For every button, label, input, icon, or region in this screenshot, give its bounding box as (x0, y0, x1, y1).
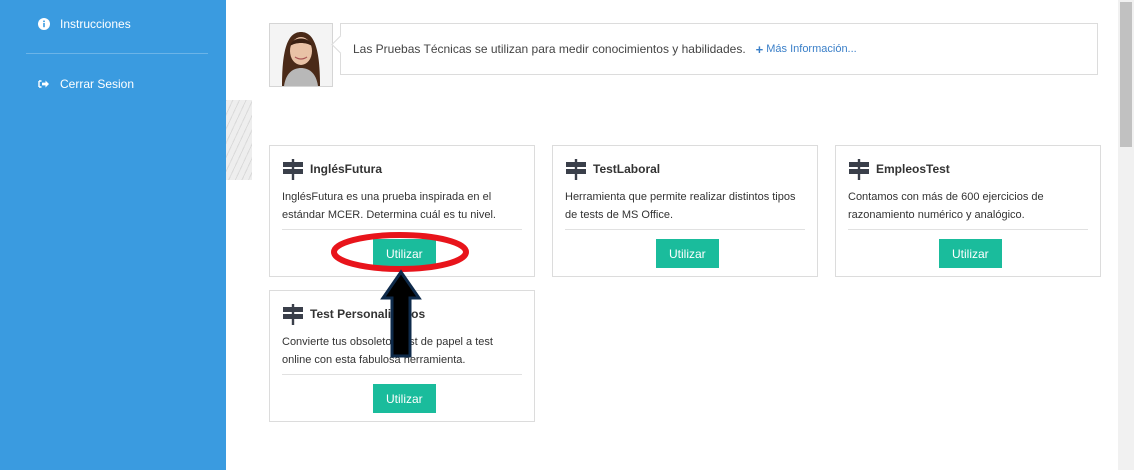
signpost-icon (566, 159, 586, 180)
plus-icon: + (755, 41, 764, 57)
card-divider (282, 229, 522, 230)
card-title: Test Personalizados (310, 307, 426, 321)
scrollbar-thumb[interactable] (1120, 2, 1132, 147)
intro-text: Las Pruebas Técnicas se utilizan para me… (353, 42, 746, 56)
main-content: Las Pruebas Técnicas se utilizan para me… (252, 0, 1118, 470)
utilizar-button-empleostest[interactable]: Utilizar (939, 239, 1002, 268)
signpost-icon (849, 159, 869, 180)
sidebar-item-cerrar-sesion[interactable]: Cerrar Sesion (38, 74, 134, 94)
sidebar-item-instrucciones[interactable]: Instrucciones (38, 14, 131, 34)
sidebar-divider (26, 53, 208, 54)
signpost-icon (283, 304, 303, 325)
page-scrollbar[interactable] (1118, 0, 1134, 470)
decorative-strip-bottom (226, 180, 252, 470)
decorative-strip-top (226, 0, 252, 100)
info-circle-icon (38, 18, 50, 30)
card-divider (848, 229, 1088, 230)
sidebar: Instrucciones Cerrar Sesion (0, 0, 226, 470)
card-title: TestLaboral (593, 162, 661, 176)
card-title: InglésFutura (310, 162, 383, 176)
card-title: EmpleosTest (876, 162, 950, 176)
card-description: Convierte tus obsoletos test de papel a … (282, 336, 493, 366)
sidebar-item-label: Cerrar Sesion (60, 77, 135, 91)
signpost-icon (283, 159, 303, 180)
card-divider (565, 229, 805, 230)
card-testlaboral: TestLaboral Herramienta que permite real… (552, 145, 818, 277)
more-info-label: Más Información... (766, 43, 857, 55)
sidebar-item-label: Instrucciones (60, 17, 131, 31)
utilizar-button-test-personalizados[interactable]: Utilizar (373, 384, 436, 413)
card-description: InglésFutura es una prueba inspirada en … (282, 191, 496, 221)
avatar (269, 23, 333, 87)
card-description: Contamos con más de 600 ejercicios de ra… (848, 191, 1044, 221)
card-empleostest: EmpleosTest Contamos con más de 600 ejer… (835, 145, 1101, 277)
utilizar-button-testlaboral[interactable]: Utilizar (656, 239, 719, 268)
intro-box: Las Pruebas Técnicas se utilizan para me… (340, 23, 1098, 75)
card-description: Herramienta que permite realizar distint… (565, 191, 796, 221)
card-inglesfutura: InglésFutura InglésFutura es una prueba … (269, 145, 535, 277)
sign-out-icon (38, 78, 50, 90)
avatar-photo-icon (270, 24, 332, 86)
more-info-link[interactable]: + Más Información... (756, 42, 857, 57)
card-divider (282, 374, 522, 375)
utilizar-button-inglesfutura[interactable]: Utilizar (373, 239, 436, 268)
card-test-personalizados: Test Personalizados Convierte tus obsole… (269, 290, 535, 422)
